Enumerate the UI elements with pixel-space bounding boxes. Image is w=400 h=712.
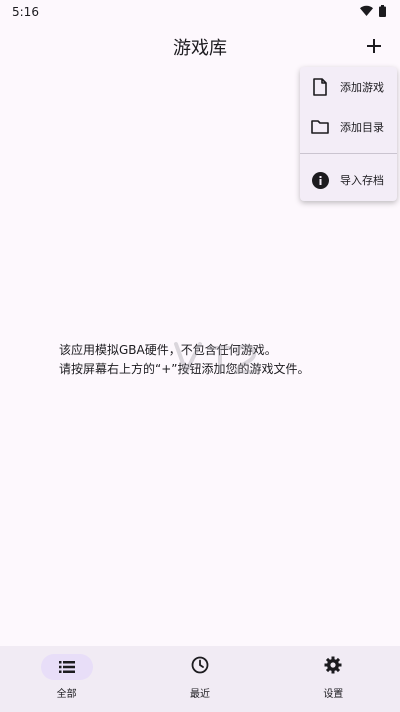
nav-active-indicator [40, 654, 93, 680]
status-icons [360, 4, 386, 20]
plus-icon [367, 38, 381, 57]
menu-item-import-save[interactable]: 导入存档 [300, 160, 397, 200]
nav-label: 最近 [189, 689, 210, 700]
watermark-logo [174, 342, 260, 374]
nav-item-all[interactable]: 全部 [0, 646, 133, 712]
nav-item-settings[interactable]: 设置 [267, 646, 400, 712]
wifi-icon [360, 5, 373, 19]
menu-divider [300, 153, 397, 154]
menu-item-add-folder[interactable]: 添加目录 [300, 107, 397, 147]
nav-indicator [307, 654, 359, 680]
menu-item-add-game[interactable]: 添加游戏 [300, 67, 397, 107]
list-icon [58, 658, 75, 677]
nav-label: 设置 [323, 689, 344, 700]
add-button[interactable] [358, 31, 390, 63]
app-bar: 游戏库 [0, 24, 400, 70]
add-menu: 添加游戏 添加目录 导入存档 [300, 67, 397, 201]
status-time: 5:16 [12, 5, 39, 19]
gear-icon [324, 656, 342, 678]
bottom-navigation: 全部 最近 设置 [0, 646, 400, 712]
folder-icon [310, 117, 330, 137]
battery-icon [379, 4, 386, 20]
menu-item-label: 添加游戏 [340, 81, 384, 94]
menu-item-label: 导入存档 [340, 174, 384, 187]
nav-label: 全部 [56, 689, 77, 700]
clock-icon [191, 656, 209, 678]
nav-item-recent[interactable]: 最近 [133, 646, 266, 712]
file-icon [310, 77, 330, 97]
page-title: 游戏库 [173, 38, 227, 59]
status-bar: 5:16 [0, 0, 400, 24]
menu-item-label: 添加目录 [340, 121, 384, 134]
nav-indicator [174, 654, 226, 680]
info-icon [310, 170, 330, 190]
